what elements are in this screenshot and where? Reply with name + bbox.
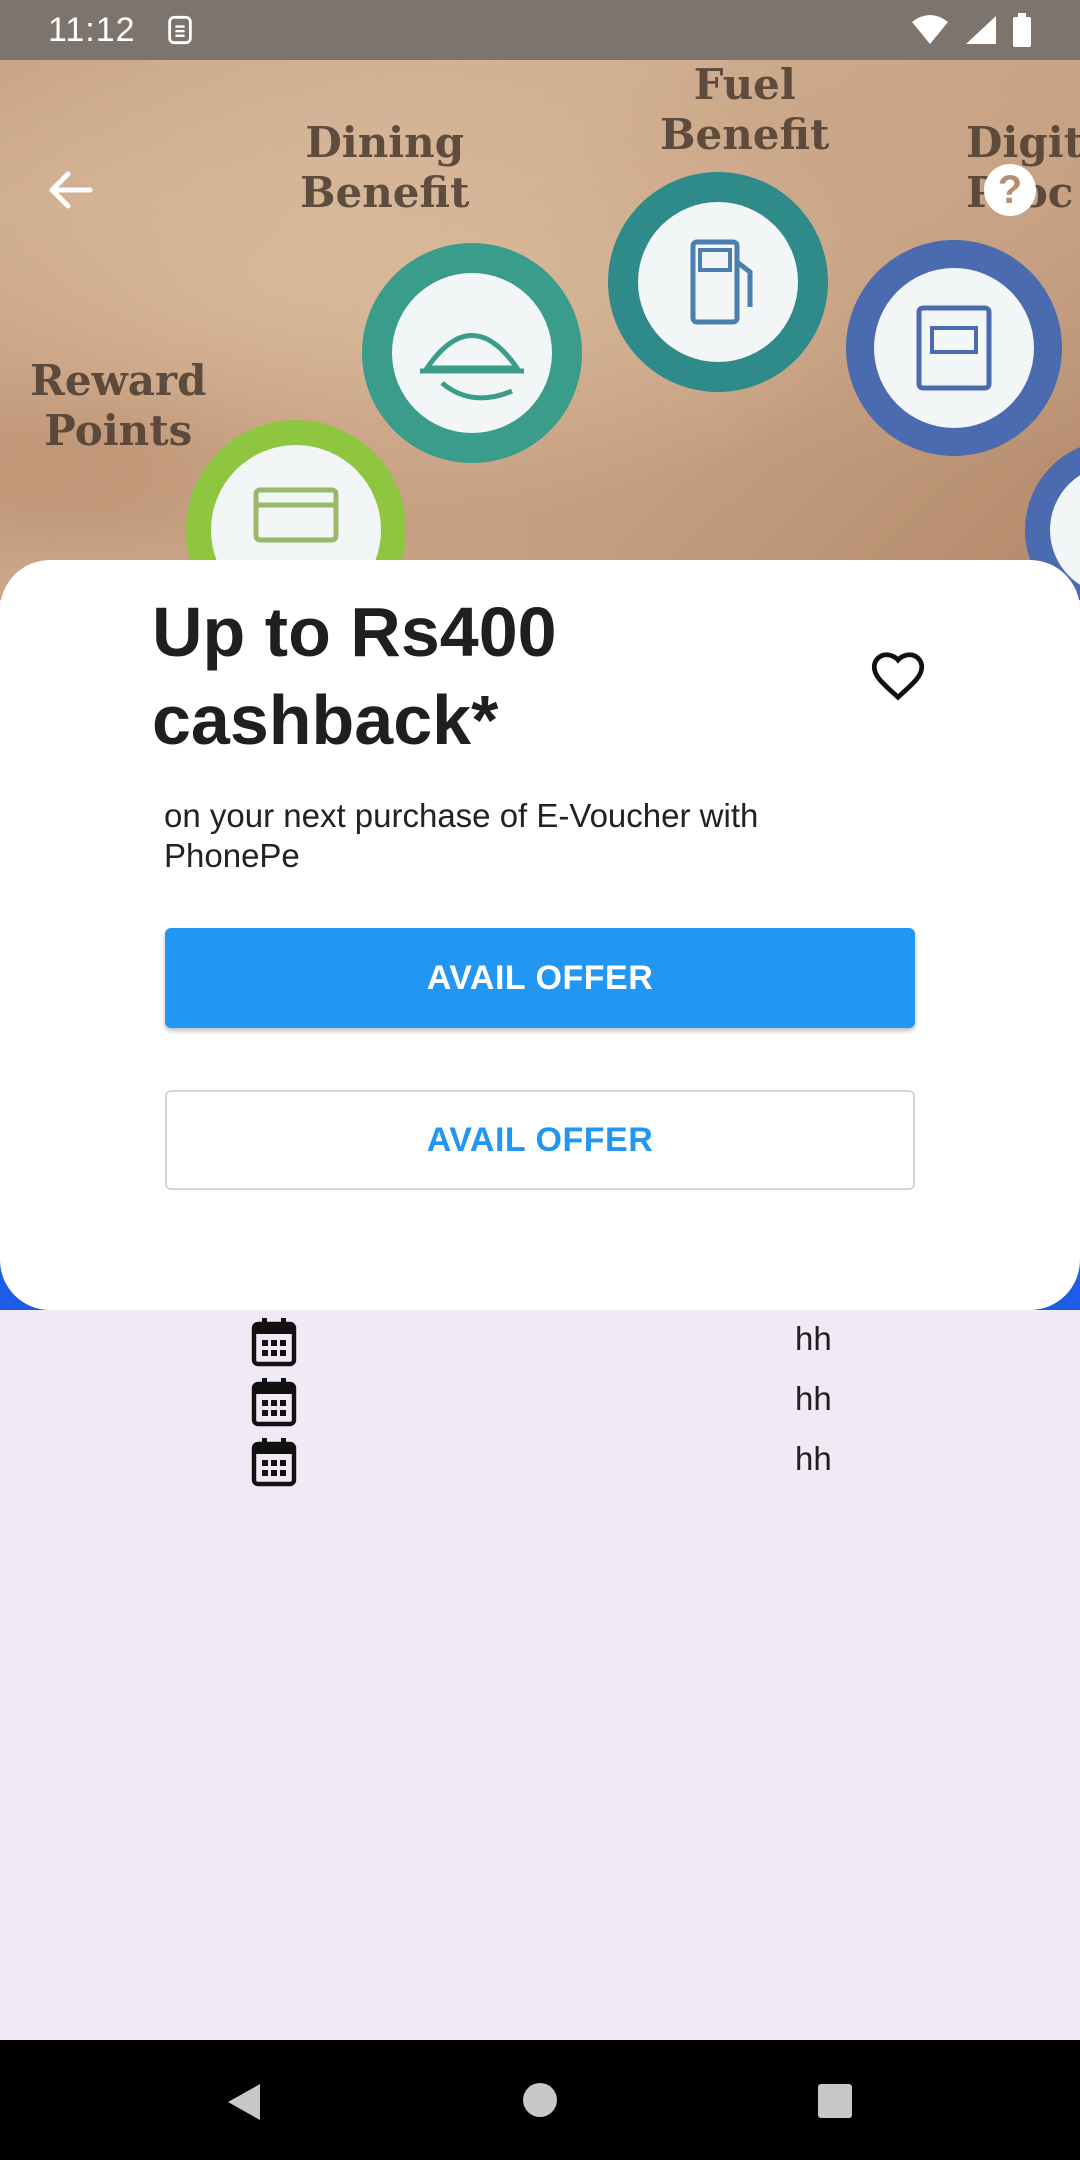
wifi-icon <box>912 15 948 44</box>
list-item-value: hh <box>795 1320 832 1357</box>
calendar-icon <box>251 1318 297 1367</box>
offer-title: Up to Rs400 cashback* <box>152 593 557 759</box>
calendar-icon <box>251 1378 297 1427</box>
cellular-signal-icon <box>966 16 996 44</box>
fuel-badge-icon <box>608 172 828 392</box>
list-item: hh <box>0 1370 1080 1430</box>
nav-back-icon[interactable] <box>224 2082 264 2122</box>
label-reward-points: Reward Points <box>30 356 207 455</box>
avail-offer-button[interactable]: AVAIL OFFER <box>165 928 915 1028</box>
nav-home-icon[interactable] <box>523 2083 557 2117</box>
label-dining-benefit: Dining Benefit <box>300 118 470 217</box>
battery-icon <box>1013 13 1031 47</box>
status-time: 11:12 <box>48 10 136 49</box>
dining-badge-icon <box>362 243 582 463</box>
list-item: hh <box>0 1430 1080 1490</box>
sim-card-icon <box>167 15 192 45</box>
status-bar: 11:12 <box>0 0 1080 60</box>
list-item-value: hh <box>795 1440 832 1477</box>
nav-recents-icon[interactable] <box>818 2084 852 2118</box>
offer-card: Up to Rs400 cashback* on your next purch… <box>0 560 1080 1310</box>
calendar-icon <box>251 1438 297 1487</box>
avail-offer-outline-button[interactable]: AVAIL OFFER <box>165 1090 915 1190</box>
system-nav-bar <box>0 2040 1080 2160</box>
help-icon[interactable]: ? <box>984 164 1036 216</box>
hero-banner: Dining Benefit Fuel Benefit Reward Point… <box>0 60 1080 600</box>
list-item-value: hh <box>795 1380 832 1417</box>
favorite-heart-icon[interactable] <box>868 646 928 706</box>
offer-subtitle: on your next purchase of E-Voucher with … <box>164 797 759 874</box>
digital-badge-icon <box>846 240 1062 456</box>
label-fuel-benefit: Fuel Benefit <box>660 60 830 159</box>
back-arrow-icon[interactable] <box>44 164 96 216</box>
list-item: hh <box>0 1310 1080 1370</box>
